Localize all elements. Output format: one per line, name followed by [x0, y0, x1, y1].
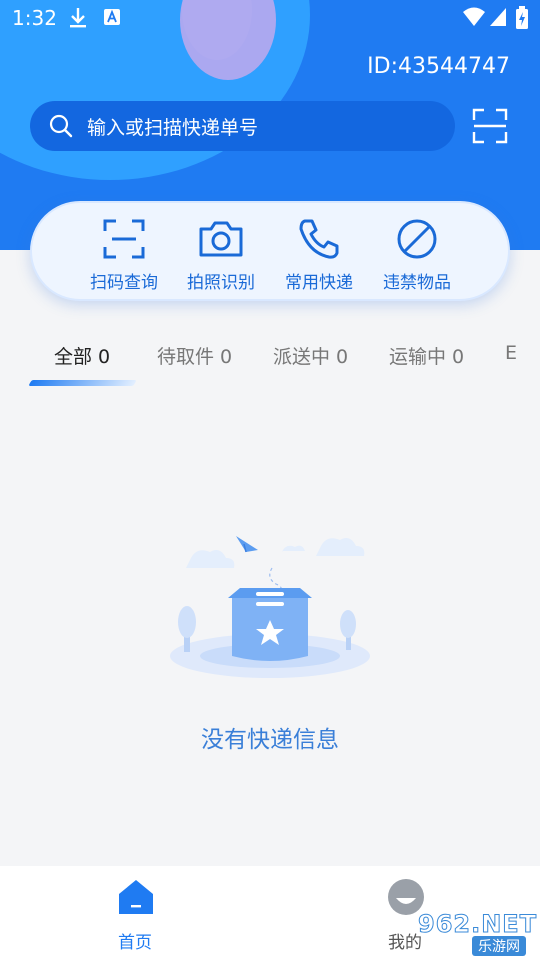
empty-box-illustration	[160, 528, 380, 708]
nav-label: 首页	[118, 933, 152, 953]
nav-home[interactable]: 首页	[75, 866, 195, 960]
quick-action-scan-query[interactable]: 扫码查询	[79, 217, 169, 293]
wifi-icon	[462, 6, 486, 32]
status-time: 1:32	[12, 6, 57, 30]
notification-app-icon	[102, 6, 122, 32]
quick-action-label: 拍照识别	[187, 273, 255, 293]
download-icon	[68, 6, 88, 34]
battery-icon	[516, 6, 528, 34]
prohibited-icon	[372, 217, 462, 261]
quick-action-label: 常用快递	[285, 273, 353, 293]
tab-all[interactable]: 全部 0	[54, 342, 110, 369]
scan-frame-icon	[79, 217, 169, 261]
quick-action-photo-recognize[interactable]: 拍照识别	[176, 217, 266, 293]
quick-actions-card: 扫码查询 拍照识别 常用快递 违禁物品	[30, 201, 510, 301]
quick-action-common-couriers[interactable]: 常用快递	[274, 217, 364, 293]
phone-icon	[274, 217, 364, 261]
active-tab-indicator	[28, 380, 137, 386]
scan-frame-icon	[472, 108, 508, 144]
search-icon	[48, 113, 74, 143]
status-tabs: 全部 0 待取件 0 派送中 0 运输中 0 E	[0, 338, 540, 390]
empty-state-message: 没有快递信息	[201, 727, 339, 753]
watermark-logo: 962.NET 乐游网	[417, 910, 538, 958]
signal-icon	[488, 6, 508, 32]
tab-more[interactable]: E	[505, 342, 517, 364]
search-placeholder: 输入或扫描快递单号	[87, 117, 259, 139]
search-input[interactable]: 输入或扫描快递单号	[30, 101, 455, 151]
quick-action-prohibited-items[interactable]: 违禁物品	[372, 217, 462, 293]
user-id: ID:43544747	[367, 54, 510, 79]
quick-action-label: 违禁物品	[383, 273, 451, 293]
status-bar: 1:32	[0, 0, 540, 36]
scan-button[interactable]	[470, 106, 510, 146]
tab-pending-pickup[interactable]: 待取件 0	[157, 342, 232, 369]
home-icon	[117, 878, 155, 920]
tab-delivering[interactable]: 派送中 0	[273, 342, 348, 369]
camera-icon	[176, 217, 266, 261]
watermark-subtext: 乐游网	[472, 936, 526, 956]
watermark-text: 962.NET	[417, 910, 538, 939]
quick-action-label: 扫码查询	[90, 273, 158, 293]
tab-in-transit[interactable]: 运输中 0	[389, 342, 464, 369]
